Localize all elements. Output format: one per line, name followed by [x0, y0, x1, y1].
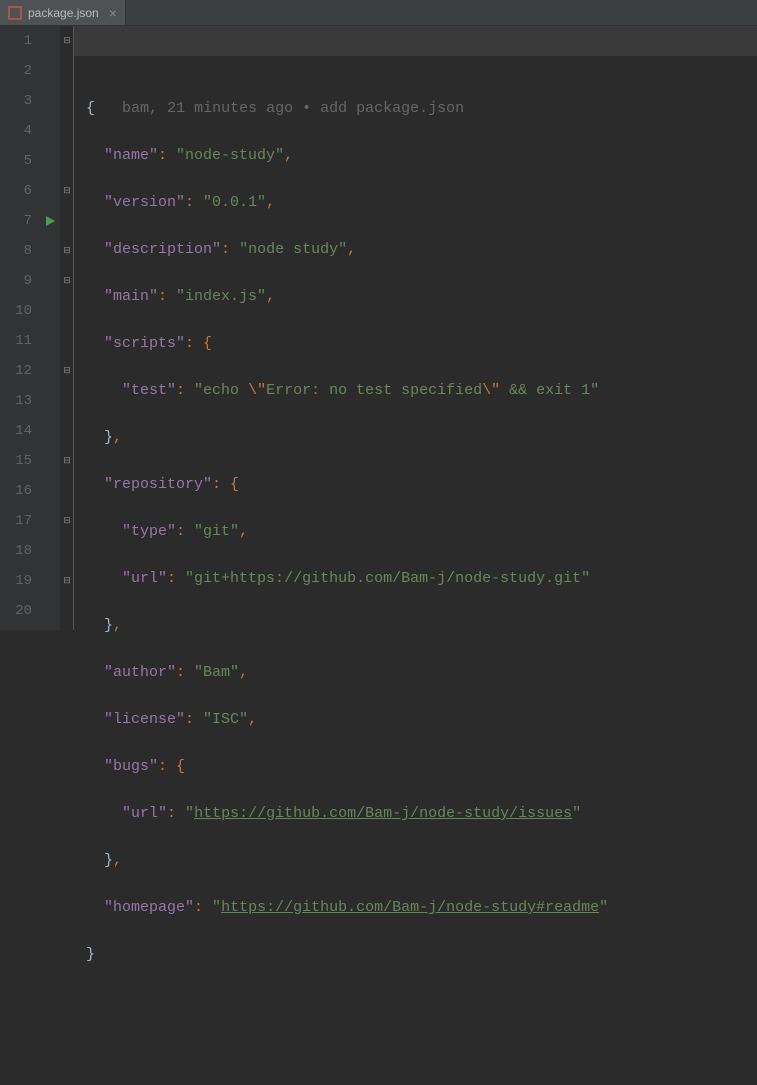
- json-key: "scripts": [104, 335, 185, 352]
- line-number: 7: [0, 206, 32, 236]
- run-icon[interactable]: [44, 215, 56, 231]
- json-key: "test": [122, 382, 176, 399]
- json-value: "git+https://github.com/Bam-j/node-study…: [185, 570, 590, 587]
- line-number: 19: [0, 566, 32, 596]
- brace: }: [104, 429, 113, 446]
- line-number: 14: [0, 416, 32, 446]
- brace: }: [104, 617, 113, 634]
- json-value: "0.0.1": [203, 194, 266, 211]
- json-file-icon: [8, 6, 22, 20]
- line-number: 2: [0, 56, 32, 86]
- line-number: 10: [0, 296, 32, 326]
- line-number: 15: [0, 446, 32, 476]
- json-key: "url": [122, 570, 167, 587]
- json-key: "name": [104, 147, 158, 164]
- line-number: 16: [0, 476, 32, 506]
- json-value: "ISC": [203, 711, 248, 728]
- line-number: 5: [0, 146, 32, 176]
- json-value: "git": [194, 523, 239, 540]
- line-number: 17: [0, 506, 32, 536]
- code-area[interactable]: { bam, 21 minutes ago • add package.json…: [74, 26, 757, 630]
- line-number: 20: [0, 596, 32, 626]
- line-number-gutter: 1 2 3 4 5 6 7 8 9 10 11 12 13 14 15 16 1…: [0, 26, 42, 630]
- json-key: "author": [104, 664, 176, 681]
- line-number: 6: [0, 176, 32, 206]
- line-number: 1: [0, 26, 32, 56]
- json-key: "license": [104, 711, 185, 728]
- brace: }: [104, 852, 113, 869]
- tab-bar: package.json ×: [0, 0, 757, 26]
- close-icon[interactable]: ×: [109, 5, 117, 21]
- line-number: 3: [0, 86, 32, 116]
- json-value: "node-study": [176, 147, 284, 164]
- json-value: "https://github.com/Bam-j/node-study/iss…: [185, 805, 581, 822]
- json-value: "echo \"Error: no test specified\" && ex…: [194, 382, 599, 399]
- json-value: "node study": [239, 241, 347, 258]
- line-number: 18: [0, 536, 32, 566]
- run-gutter: [42, 26, 60, 630]
- fold-close-icon[interactable]: ⊟: [61, 245, 73, 256]
- brace: }: [86, 946, 95, 963]
- brace: {: [86, 100, 95, 117]
- line-number: 11: [0, 326, 32, 356]
- json-value: "Bam": [194, 664, 239, 681]
- fold-open-icon[interactable]: ⊟: [61, 455, 73, 466]
- fold-close-icon[interactable]: ⊟: [61, 575, 73, 586]
- fold-close-icon[interactable]: ⊟: [61, 365, 73, 376]
- json-value: "https://github.com/Bam-j/node-study#rea…: [212, 899, 608, 916]
- file-tab[interactable]: package.json ×: [0, 0, 126, 25]
- json-value: "index.js": [176, 288, 266, 305]
- line-number: 4: [0, 116, 32, 146]
- line-number: 9: [0, 266, 32, 296]
- fold-close-icon[interactable]: ⊟: [61, 515, 73, 526]
- tab-filename: package.json: [28, 6, 99, 20]
- json-key: "version": [104, 194, 185, 211]
- json-key: "type": [122, 523, 176, 540]
- json-key: "homepage": [104, 899, 194, 916]
- json-key: "description": [104, 241, 221, 258]
- json-key: "main": [104, 288, 158, 305]
- line-number: 8: [0, 236, 32, 266]
- fold-open-icon[interactable]: ⊟: [61, 275, 73, 286]
- json-key: "repository": [104, 476, 212, 493]
- json-key: "bugs": [104, 758, 158, 775]
- line-number: 13: [0, 386, 32, 416]
- fold-open-icon[interactable]: ⊟: [61, 35, 73, 46]
- fold-open-icon[interactable]: ⊟: [61, 185, 73, 196]
- git-blame-annotation: bam, 21 minutes ago • add package.json: [122, 100, 464, 117]
- code-editor[interactable]: 1 2 3 4 5 6 7 8 9 10 11 12 13 14 15 16 1…: [0, 26, 757, 630]
- line-number: 12: [0, 356, 32, 386]
- json-key: "url": [122, 805, 167, 822]
- fold-gutter: ⊟ ⊟ ⊟ ⊟ ⊟ ⊟ ⊟ ⊟: [60, 26, 74, 630]
